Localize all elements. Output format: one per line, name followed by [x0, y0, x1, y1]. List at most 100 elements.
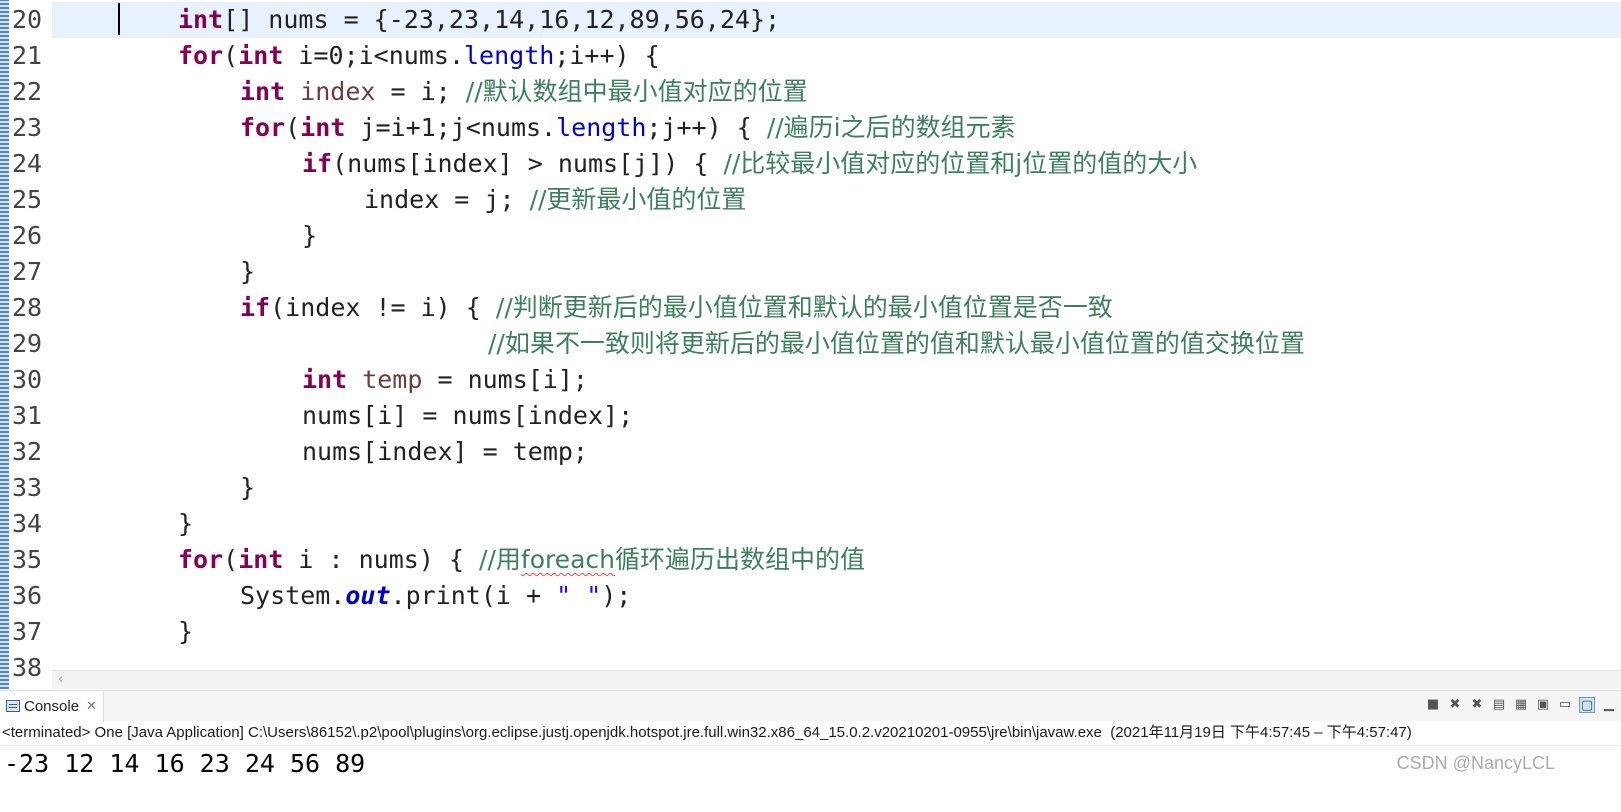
close-icon[interactable]: ✕: [86, 698, 97, 714]
field: length: [556, 113, 647, 142]
comment: 循环遍历出数组中的值: [615, 545, 866, 574]
code-text: System.: [240, 581, 346, 610]
open-console-icon[interactable]: ▢: [1579, 697, 1595, 713]
keyword: for: [178, 545, 224, 574]
line-number: 21: [12, 41, 43, 70]
line-number: 37: [12, 617, 43, 646]
code-text: (nums[index] > nums[j]) {: [332, 149, 724, 178]
remove-launch-icon[interactable]: ✖: [1447, 697, 1463, 713]
comment: //遍历i之后的数组元素: [766, 113, 1016, 142]
pin-icon[interactable]: ▣: [1535, 697, 1551, 713]
scroll-left-icon[interactable]: ‹: [58, 671, 63, 689]
console-icon: [6, 700, 20, 712]
code-line-26[interactable]: }: [52, 218, 317, 254]
change-ruler: [0, 0, 9, 689]
keyword: if: [302, 149, 333, 178]
code-line-35[interactable]: for(int i : nums) { //用foreach循环遍历出数组中的值: [52, 542, 865, 578]
code-text: (: [223, 545, 239, 574]
keyword: if: [240, 293, 271, 322]
keyword: int: [178, 5, 224, 34]
code-text: = i;: [375, 77, 466, 106]
variable: index: [285, 77, 376, 106]
code-text: j=i+1;j<nums.: [345, 113, 557, 142]
console-output[interactable]: -23 12 14 16 23 24 56 89: [4, 748, 365, 780]
keyword: for: [240, 113, 286, 142]
line-number: 24: [12, 149, 43, 178]
line-number: 36: [12, 581, 43, 610]
keyword: int: [238, 545, 284, 574]
display-console-icon[interactable]: ▭: [1557, 697, 1573, 713]
comment: //默认数组中最小值对应的位置: [465, 77, 808, 106]
code-line-22[interactable]: int index = i; //默认数组中最小值对应的位置: [52, 74, 808, 110]
code-text: [] nums = {-23,23,14,16,12,89,56,24};: [223, 5, 781, 34]
code-text: );: [601, 581, 632, 610]
scroll-lock-icon[interactable]: ▤: [1491, 697, 1507, 713]
line-number: 20: [12, 5, 43, 34]
console-view-header: Console ✕ ■ ✖ ✖ ▤ ▦ ▣ ▭ ▢ ▁: [0, 690, 1621, 721]
code-line-28[interactable]: if(index != i) { //判断更新后的最小值位置和默认的最小值位置是…: [52, 290, 1113, 326]
comment: //判断更新后的最小值位置和默认的最小值位置是否一致: [495, 293, 1113, 322]
code-text: }: [178, 509, 194, 538]
remove-all-icon[interactable]: ✖: [1469, 697, 1485, 713]
code-text: (index != i) {: [270, 293, 496, 322]
line-number: 22: [12, 77, 43, 106]
comment: //比较最小值对应的位置和j位置的值的大小: [723, 149, 1198, 178]
code-line-27[interactable]: }: [52, 254, 255, 290]
code-text: ;j++) {: [646, 113, 767, 142]
code-line-36[interactable]: System.out.print(i + " ");: [52, 578, 631, 614]
watermark: CSDN @NancyLCL: [1396, 753, 1555, 773]
code-text: = nums[i];: [422, 365, 588, 394]
comment: //用: [479, 545, 521, 574]
code-line-32[interactable]: nums[index] = temp;: [52, 434, 588, 470]
line-number: 33: [12, 473, 43, 502]
line-number: 35: [12, 545, 43, 574]
line-number: 26: [12, 221, 43, 250]
line-number: 28: [12, 293, 43, 322]
comment: //更新最小值的位置: [529, 185, 747, 214]
horizontal-scrollbar[interactable]: ‹: [52, 670, 1621, 689]
console-process-status: <terminated> One [Java Application] C:\U…: [0, 721, 1621, 746]
word-wrap-icon[interactable]: ▦: [1513, 697, 1529, 713]
code-line-24[interactable]: if(nums[index] > nums[j]) { //比较最小值对应的位置…: [52, 146, 1197, 182]
keyword: int: [302, 365, 348, 394]
code-text: .print(i +: [390, 581, 557, 610]
code-text: i : nums) {: [283, 545, 480, 574]
code-line-34[interactable]: }: [52, 506, 193, 542]
keyword: for: [178, 41, 224, 70]
line-number: 31: [12, 401, 43, 430]
code-line-23[interactable]: for(int j=i+1;j<nums.length;j++) { //遍历i…: [52, 110, 1016, 146]
code-text: nums[i] = nums[index];: [302, 401, 634, 430]
line-number: 38: [12, 653, 43, 682]
keyword: int: [300, 113, 346, 142]
line-number: 30: [12, 365, 43, 394]
code-text: nums[index] = temp;: [302, 437, 588, 466]
spelling-warning-word: foreach: [520, 545, 616, 574]
line-number: 25: [12, 185, 43, 214]
code-text: (: [285, 113, 301, 142]
tab-console[interactable]: Console ✕: [0, 691, 104, 721]
line-number: 29: [12, 329, 43, 358]
tab-console-label: Console: [24, 697, 80, 715]
code-line-37[interactable]: }: [52, 614, 193, 650]
code-text: }: [240, 257, 256, 286]
code-line-33[interactable]: }: [52, 470, 255, 506]
code-editor[interactable]: 20 21 22 23 24 25 26 27 28 29 30 31 32 3…: [0, 0, 1621, 689]
line-number: 27: [12, 257, 43, 286]
code-line-25[interactable]: index = j; //更新最小值的位置: [52, 182, 746, 218]
comment: //如果不一致则将更新后的最小值位置的值和默认最小值位置的值交换位置: [488, 329, 1305, 358]
line-number: 34: [12, 509, 43, 538]
minimize-icon[interactable]: ▁: [1601, 697, 1617, 713]
stop-icon[interactable]: ■: [1425, 697, 1441, 713]
code-text: }: [302, 221, 318, 250]
field: length: [464, 41, 555, 70]
console-toolbar: ■ ✖ ✖ ▤ ▦ ▣ ▭ ▢ ▁: [1425, 697, 1617, 713]
code-text: }: [240, 473, 256, 502]
code-line-21[interactable]: for(int i=0;i<nums.length;i++) {: [52, 38, 660, 74]
code-text: ;i++) {: [554, 41, 660, 70]
code-text: (: [223, 41, 239, 70]
code-line-31[interactable]: nums[i] = nums[index];: [52, 398, 633, 434]
code-line-20[interactable]: int[] nums = {-23,23,14,16,12,89,56,24};: [52, 2, 780, 38]
code-text: index = j;: [364, 185, 530, 214]
code-line-30[interactable]: int temp = nums[i];: [52, 362, 588, 398]
code-line-29[interactable]: //如果不一致则将更新后的最小值位置的值和默认最小值位置的值交换位置: [52, 326, 1305, 362]
